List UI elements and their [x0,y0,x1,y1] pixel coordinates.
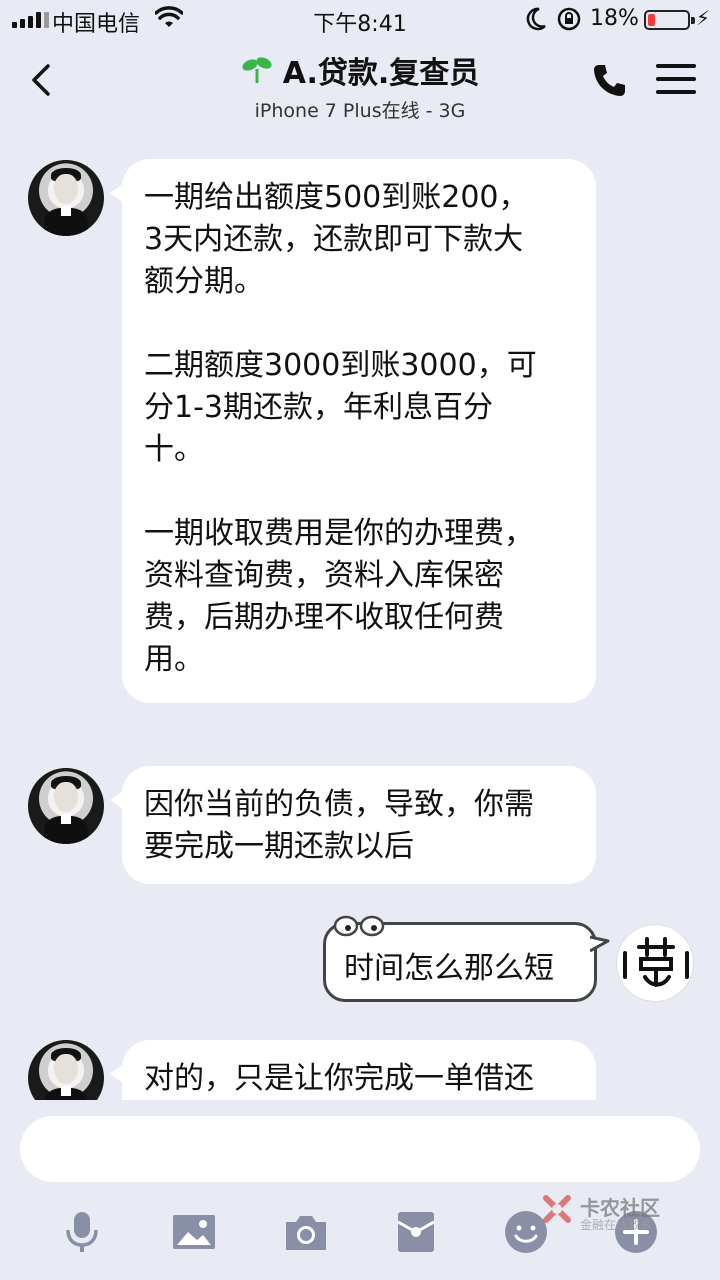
charging-bolt-icon: ⚡ [696,6,711,30]
my-avatar[interactable] [616,924,694,1002]
rotation-lock-icon [557,7,581,31]
hamburger-menu-icon[interactable] [656,64,696,96]
contact-title: A.贷款.复查员 [241,48,480,92]
status-bar: 中国电信 下午8:41 18% ⚡ [0,0,720,40]
seal-glyph-icon [623,937,689,987]
phone-icon[interactable] [590,62,628,100]
battery-icon [644,10,695,30]
bubble-eyes-decoration [333,915,385,937]
sprout-icon [242,57,272,83]
message-text: 因你当前的负债，导致，你需 要完成一期还款以后 [144,787,534,864]
watermark-subtitle: 金融在线教育 [580,1218,653,1232]
image-icon[interactable] [170,1208,218,1256]
message-list[interactable]: 一期给出额度500到账200， 3天内还款，还款即可下款大 额分期。 二期额度3… [0,124,720,1100]
message-bubble[interactable]: 对的，只是让你完成一单借还 [110,1040,596,1100]
bubble-tail [590,935,610,953]
do-not-disturb-icon [526,7,546,31]
message-input[interactable] [20,1116,700,1182]
chat-header: A.贷款.复查员 iPhone 7 Plus在线 - 3G [0,40,720,124]
camera-icon[interactable] [282,1208,330,1256]
my-message-bubble[interactable]: 时间怎么那么短 [323,915,610,1002]
red-packet-icon[interactable] [392,1208,440,1256]
message-text: 对的，只是让你完成一单借还 [144,1061,534,1096]
microphone-icon[interactable] [58,1208,106,1256]
watermark-logo-icon [543,1195,571,1223]
message-text: 一期给出额度500到账200， 3天内还款，还款即可下款大 额分期。 二期额度3… [144,180,537,677]
contact-avatar[interactable] [28,1040,104,1100]
contact-avatar[interactable] [28,160,104,236]
watermark: 卡农社区 金融在线教育 [540,1192,710,1232]
contact-name: A.贷款.复查员 [282,56,480,91]
contact-status: iPhone 7 Plus在线 - 3G [254,100,466,122]
message-text: 时间怎么那么短 [344,951,554,986]
message-bubble[interactable]: 因你当前的负债，导致，你需 要完成一期还款以后 [110,766,596,884]
message-bubble[interactable]: 一期给出额度500到账200， 3天内还款，还款即可下款大 额分期。 二期额度3… [110,159,596,703]
battery-percent: 18% [590,6,639,31]
contact-avatar[interactable] [28,768,104,844]
